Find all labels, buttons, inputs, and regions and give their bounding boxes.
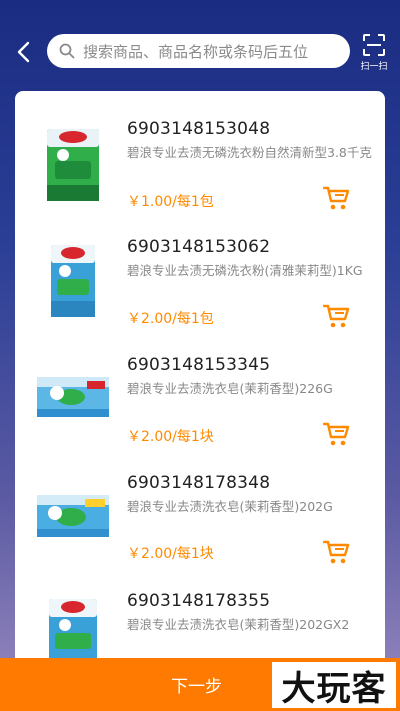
product-price: ￥2.00/每1块	[127, 429, 214, 445]
top-bar: 搜索商品、商品名称或条码后五位 扫一扫	[0, 0, 400, 90]
product-barcode: 6903148153062	[127, 237, 271, 257]
add-to-cart-icon[interactable]	[323, 421, 351, 447]
list-item[interactable]: 6903148153048 碧浪专业去渍无磷洗衣粉自然清新型3.8千克 ￥1.0…	[15, 113, 385, 231]
watermark-text: 大玩客	[281, 668, 387, 709]
product-name: 碧浪专业去渍无磷洗衣粉自然清新型3.8千克	[127, 145, 372, 160]
product-name: 碧浪专业去渍无磷洗衣粉(清雅茉莉型)1KG	[127, 263, 363, 278]
product-name: 碧浪专业去渍洗衣皂(茉莉香型)226G	[127, 381, 333, 396]
back-button[interactable]	[10, 38, 38, 66]
product-thumbnail	[37, 377, 109, 417]
product-thumbnail	[47, 129, 99, 201]
product-price: ￥1.00/每1包	[127, 194, 214, 210]
product-list: 6903148153048 碧浪专业去渍无磷洗衣粉自然清新型3.8千克 ￥1.0…	[15, 91, 385, 711]
next-step-label: 下一步	[171, 677, 222, 697]
scan-button[interactable]: 扫一扫	[358, 33, 390, 73]
list-item[interactable]: 6903148178348 碧浪专业去渍洗衣皂(茉莉香型)202G ￥2.00/…	[15, 467, 385, 585]
watermark-logo: 大玩客	[272, 662, 396, 709]
product-name: 碧浪专业去渍洗衣皂(茉莉香型)202GX2	[127, 617, 350, 632]
product-thumbnail	[37, 495, 109, 537]
list-item[interactable]: 6903148153062 碧浪专业去渍无磷洗衣粉(清雅茉莉型)1KG ￥2.0…	[15, 231, 385, 349]
product-barcode: 6903148153048	[127, 119, 271, 139]
product-price: ￥2.00/每1块	[127, 546, 214, 562]
search-placeholder: 搜索商品、商品名称或条码后五位	[83, 42, 309, 61]
product-barcode: 6903148178355	[127, 591, 271, 611]
search-input[interactable]: 搜索商品、商品名称或条码后五位	[47, 34, 350, 68]
add-to-cart-icon[interactable]	[323, 303, 351, 329]
list-item[interactable]: 6903148153345 碧浪专业去渍洗衣皂(茉莉香型)226G ￥2.00/…	[15, 349, 385, 467]
add-to-cart-icon[interactable]	[323, 185, 351, 211]
search-icon	[59, 43, 75, 59]
product-price: ￥2.00/每1包	[127, 311, 214, 327]
product-barcode: 6903148153345	[127, 355, 271, 375]
product-barcode: 6903148178348	[127, 473, 271, 493]
add-to-cart-icon[interactable]	[323, 539, 351, 565]
product-name: 碧浪专业去渍洗衣皂(茉莉香型)202G	[127, 499, 333, 514]
product-thumbnail	[51, 245, 95, 317]
chevron-left-icon	[17, 41, 30, 63]
scan-icon	[363, 34, 385, 56]
scan-label: 扫一扫	[360, 62, 388, 72]
